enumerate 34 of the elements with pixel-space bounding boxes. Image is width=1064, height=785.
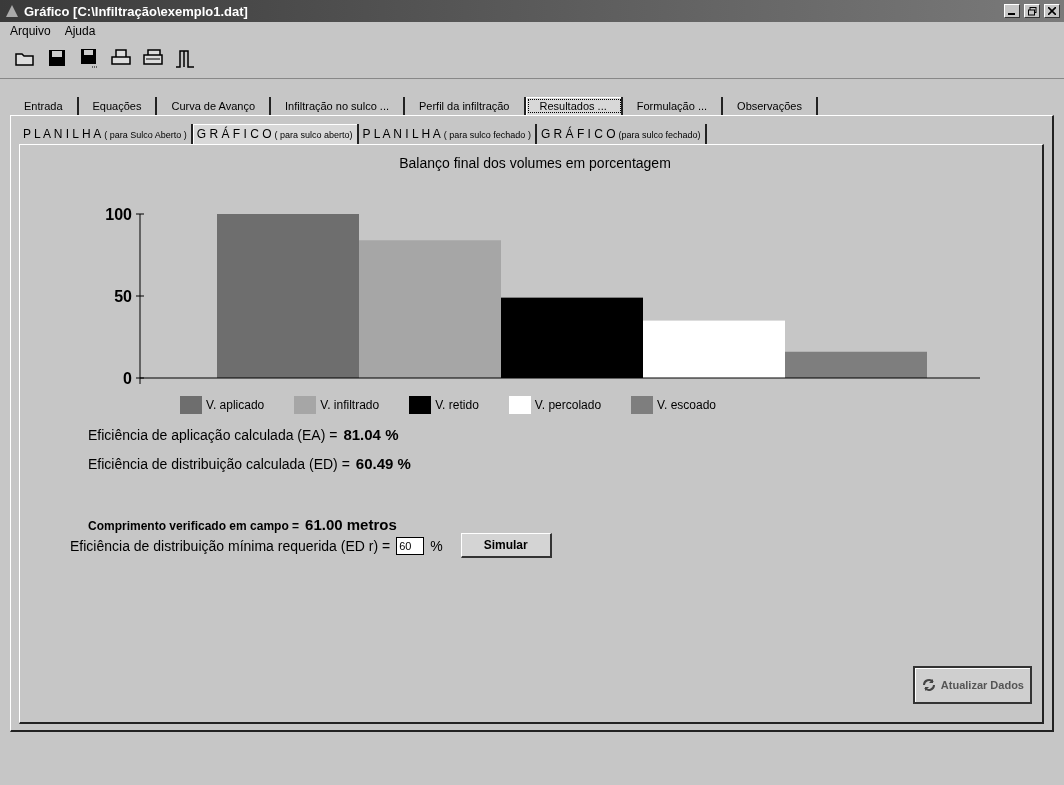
legend-label: V. escoado	[657, 398, 717, 412]
refresh-icon	[920, 678, 937, 692]
simulate-button[interactable]: Simular	[460, 533, 552, 558]
legend-label: V. percolado	[534, 398, 602, 412]
legend-label: V. infiltrado	[320, 398, 380, 412]
efficiency-label: Eficiência de distribuição mínima requerida (ED r) =	[70, 537, 391, 554]
unit-label: %	[430, 537, 443, 554]
length-label: Comprimento verificado em campo =	[88, 519, 300, 533]
floppy-disk-icon	[78, 47, 100, 69]
tab[interactable]: Resultados ...	[525, 97, 623, 115]
close-button[interactable]	[1044, 4, 1060, 18]
minimize-button[interactable]	[1004, 4, 1020, 18]
result-label: Eficiência de aplicação calculada (EA) =	[88, 427, 338, 443]
legend-label: V. retido	[435, 398, 479, 412]
restore-icon	[1027, 6, 1037, 16]
y-tick-label: 50	[114, 288, 132, 305]
app-icon	[4, 3, 20, 19]
menu-item[interactable]: Arquivo	[10, 24, 51, 38]
close-icon	[1048, 7, 1056, 15]
result-label: Eficiência de distribuição calculada (ED) =	[88, 456, 350, 472]
tab[interactable]: G R Á F I C O ( para sulco aberto)	[192, 124, 359, 144]
result-value: 60.49 %	[355, 455, 411, 472]
refresh-button[interactable]: Atualizar Dados	[912, 666, 1032, 704]
y-tick-label: 0	[123, 370, 132, 386]
length-value: 61.00 metros	[305, 516, 397, 533]
door-icon	[174, 47, 196, 69]
chart-title: Balanço final dos volumes em porcentagem	[398, 155, 672, 171]
efficiency-field[interactable]: 60	[396, 536, 425, 555]
result-value: 81.04 %	[343, 426, 399, 443]
legend-label: V. aplicado	[206, 398, 265, 412]
y-tick-label: 100	[105, 206, 132, 223]
window-title: Gráfico [C:\Infiltração\exemplo1.dat]	[24, 3, 249, 19]
restore-button[interactable]	[1024, 4, 1040, 18]
menu-item[interactable]: Ajuda	[64, 24, 96, 38]
